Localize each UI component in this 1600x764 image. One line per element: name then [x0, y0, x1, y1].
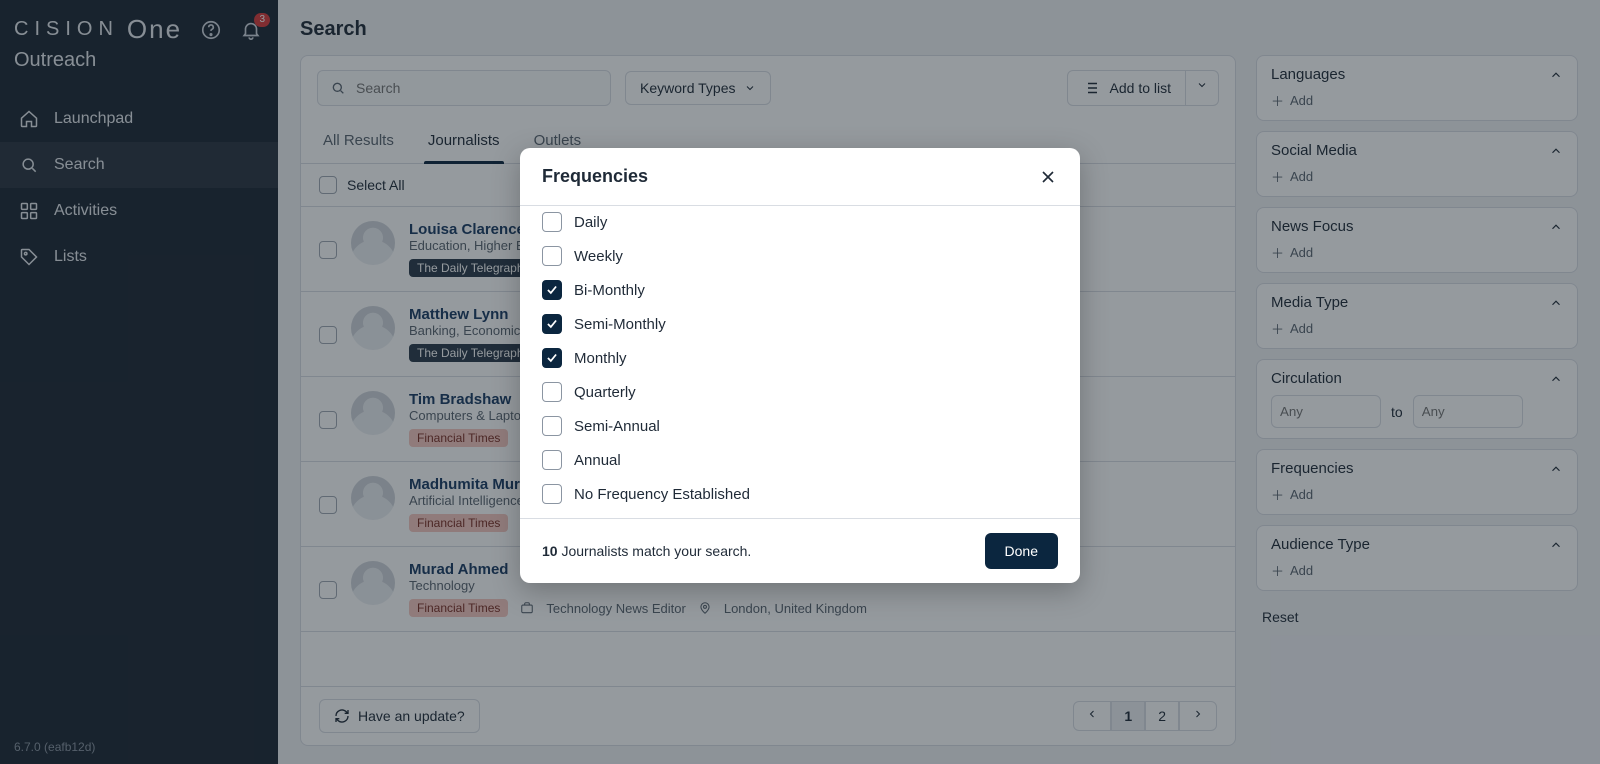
frequency-option-label: Bi-Monthly: [574, 282, 645, 299]
checkbox[interactable]: [542, 416, 562, 436]
frequency-option[interactable]: Semi-Annual: [542, 416, 1058, 436]
match-count-suffix: Journalists match your search.: [561, 543, 751, 559]
checkbox[interactable]: [542, 382, 562, 402]
checkbox[interactable]: [542, 314, 562, 334]
modal-title: Frequencies: [542, 166, 648, 187]
frequency-option-label: Monthly: [574, 350, 627, 367]
frequency-option[interactable]: Monthly: [542, 348, 1058, 368]
frequency-option-label: Semi-Annual: [574, 418, 660, 435]
checkbox[interactable]: [542, 246, 562, 266]
frequency-option[interactable]: Annual: [542, 450, 1058, 470]
frequency-option[interactable]: Daily: [542, 212, 1058, 232]
frequency-option[interactable]: Weekly: [542, 246, 1058, 266]
frequency-option-label: Weekly: [574, 248, 623, 265]
modal-overlay[interactable]: Frequencies Daily Weekly Bi-Monthly Semi…: [0, 0, 1600, 764]
modal-options: Daily Weekly Bi-Monthly Semi-Monthly Mon…: [520, 205, 1080, 519]
checkbox[interactable]: [542, 212, 562, 232]
checkbox[interactable]: [542, 348, 562, 368]
frequency-option[interactable]: No Frequency Established: [542, 484, 1058, 504]
match-count: 10 Journalists match your search.: [542, 543, 751, 559]
frequency-option-label: Daily: [574, 214, 607, 231]
frequencies-modal: Frequencies Daily Weekly Bi-Monthly Semi…: [520, 148, 1080, 583]
checkbox[interactable]: [542, 450, 562, 470]
frequency-option-label: Annual: [574, 452, 621, 469]
checkbox[interactable]: [542, 484, 562, 504]
frequency-option[interactable]: Quarterly: [542, 382, 1058, 402]
frequency-option-label: Semi-Monthly: [574, 316, 666, 333]
frequency-option-label: Quarterly: [574, 384, 636, 401]
frequency-option-label: No Frequency Established: [574, 486, 750, 503]
done-button[interactable]: Done: [985, 533, 1058, 569]
close-icon[interactable]: [1038, 167, 1058, 187]
checkbox[interactable]: [542, 280, 562, 300]
match-count-number: 10: [542, 543, 558, 559]
frequency-option[interactable]: Semi-Monthly: [542, 314, 1058, 334]
frequency-option[interactable]: Bi-Monthly: [542, 280, 1058, 300]
